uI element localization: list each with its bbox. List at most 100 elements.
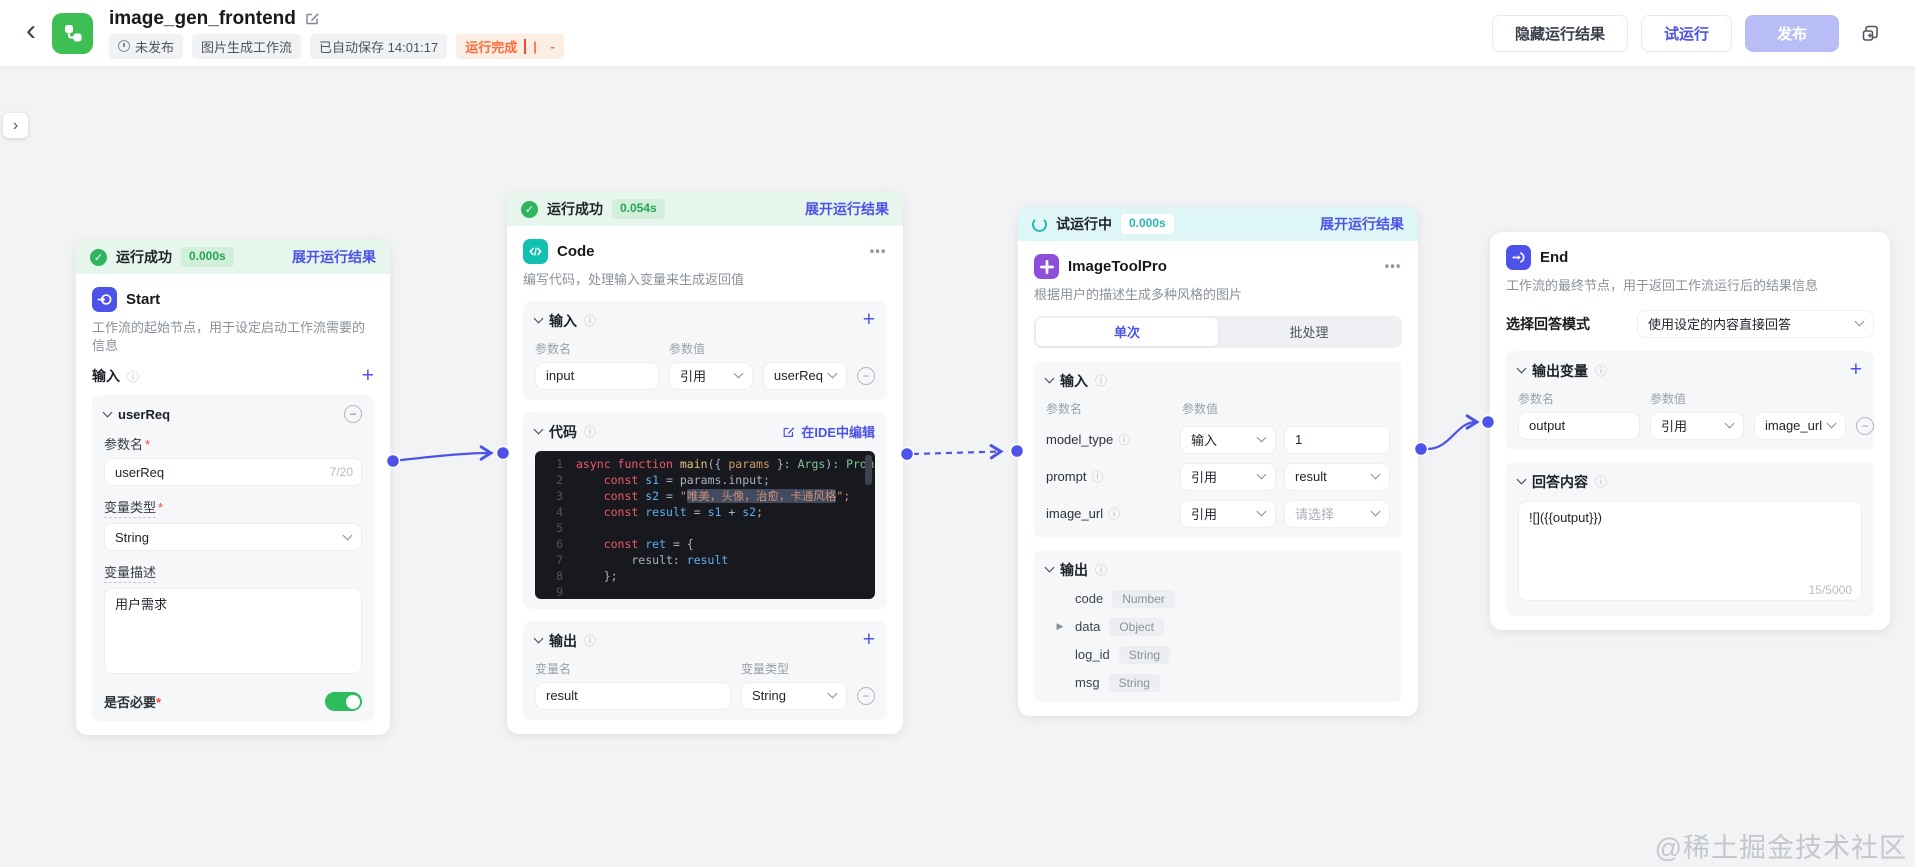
tab-batch[interactable]: 批处理 (1218, 318, 1400, 346)
collapse-chevron-icon[interactable] (533, 424, 544, 435)
expand-sidebar-button[interactable]: › (3, 113, 28, 138)
collapse-chevron-icon[interactable] (533, 313, 544, 324)
var-desc-textarea[interactable]: 用户需求 (104, 588, 362, 675)
add-output-button[interactable]: + (863, 629, 875, 650)
end-output-var-label: 输出变量 (1532, 362, 1588, 379)
collapse-chevron-icon[interactable] (1044, 562, 1055, 573)
prompt-mode-select[interactable]: 引用 (1180, 462, 1276, 491)
chevron-down-icon (1256, 506, 1267, 517)
param-model-type: model_type (1046, 432, 1114, 448)
add-input-button[interactable]: + (362, 365, 374, 386)
start-run-banner: ✓ 运行成功 0.000s 展开运行结果 (76, 240, 390, 274)
success-check-icon: ✓ (90, 248, 107, 266)
answer-mode-select[interactable]: 使用设定的内容直接回答 (1637, 309, 1874, 338)
autosave-badge: 已自动保存 14:01:17 (310, 33, 448, 59)
open-panel-button[interactable] (1852, 15, 1889, 52)
edge-imagetool-to-end (1426, 414, 1480, 451)
image-url-ref-select[interactable]: 请选择 (1284, 499, 1390, 528)
info-icon: ⓘ (584, 634, 597, 649)
value-ref-select[interactable]: userReq (762, 361, 847, 390)
test-run-button[interactable]: 试运行 (1640, 14, 1732, 52)
port-end-input[interactable] (1480, 414, 1496, 430)
edit-icon (783, 426, 795, 437)
start-run-duration: 0.000s (181, 247, 234, 267)
collapse-chevron-icon[interactable] (1516, 363, 1527, 374)
collapse-chevron-icon[interactable] (102, 407, 113, 418)
node-end[interactable]: End 工作流的最终节点，用于返回工作流运行后的结果信息 选择回答模式 使用设定… (1490, 232, 1890, 630)
type-badge: Object (1109, 617, 1164, 636)
code-param-name-input[interactable] (535, 361, 659, 390)
imagetool-input-label: 输入 (1060, 372, 1088, 389)
code-expand-results-link[interactable]: 展开运行结果 (805, 199, 889, 219)
output-row-data: ▶ data Object (1046, 617, 1390, 636)
end-output-name-input[interactable] (1518, 411, 1640, 440)
publish-button[interactable]: 发布 (1744, 14, 1839, 52)
info-icon: ⓘ (1091, 470, 1104, 485)
node-image-tool-pro[interactable]: 试运行中 0.000s 展开运行结果 ImageToolPro ⋯ 根据用户的描… (1018, 207, 1418, 716)
end-output-var-section: 输出变量 ⓘ + 参数名 参数值 引用 image_url − (1506, 350, 1875, 450)
required-toggle[interactable] (325, 692, 362, 712)
collapse-chevron-icon[interactable] (1044, 373, 1055, 384)
char-counter: 15/5000 (1808, 582, 1852, 597)
start-expand-results-link[interactable]: 展开运行结果 (292, 247, 376, 267)
back-icon[interactable]: ‹ (26, 16, 36, 46)
info-icon: ⓘ (1595, 475, 1608, 490)
more-menu-icon[interactable]: ⋯ (1384, 257, 1402, 277)
param-name-input[interactable] (104, 458, 362, 487)
remove-output-button[interactable]: − (857, 686, 875, 705)
chevron-down-icon (1370, 469, 1381, 480)
text-cursor (524, 38, 527, 54)
port-code-output[interactable] (899, 446, 915, 462)
code-editor[interactable]: 1 async function main({ params }: Args): … (535, 450, 875, 599)
output-row-msg: msg String (1046, 673, 1390, 692)
collapse-chevron-icon[interactable] (1516, 474, 1527, 485)
start-node-icon (92, 287, 117, 312)
start-node-description: 工作流的起始节点，用于设定启动工作流需要的信息 (92, 320, 366, 353)
edit-in-ide-link[interactable]: 在IDE中编辑 (782, 422, 875, 441)
image-url-mode-select[interactable]: 引用 (1180, 499, 1276, 528)
tab-single[interactable]: 单次 (1036, 317, 1218, 346)
remove-param-button[interactable]: − (344, 405, 362, 424)
value-mode-select[interactable]: 引用 (669, 361, 753, 390)
port-start-output[interactable] (385, 453, 401, 469)
end-output-ref-select[interactable]: image_url (1754, 411, 1847, 440)
collapse-chevron-icon[interactable] (533, 633, 544, 644)
more-menu-icon[interactable]: ⋯ (869, 242, 887, 262)
col-param-value: 参数值 (1650, 391, 1687, 406)
hide-results-button[interactable]: 隐藏运行结果 (1491, 14, 1628, 52)
info-icon: ⓘ (1118, 433, 1131, 448)
model-type-mode-select[interactable]: 输入 (1180, 425, 1276, 454)
info-icon: ⓘ (584, 314, 597, 329)
add-input-button[interactable]: + (863, 309, 875, 330)
col-param-name: 参数名 (535, 341, 572, 356)
model-type-value-input[interactable] (1284, 425, 1390, 454)
info-icon: ⓘ (1095, 374, 1108, 389)
edge-start-to-code (392, 445, 494, 463)
node-start[interactable]: ✓ 运行成功 0.000s 展开运行结果 Start 工作流的起始节点，用于设定… (76, 240, 390, 736)
col-param-name: 参数名 (1046, 401, 1083, 416)
expand-tree-icon[interactable]: ▶ (1054, 621, 1066, 632)
code-output-section: 输出 ⓘ + 变量名 变量类型 String − (523, 620, 887, 720)
end-output-mode-select[interactable]: 引用 (1650, 411, 1744, 440)
start-run-status: 运行成功 (116, 249, 172, 265)
success-check-icon: ✓ (521, 200, 538, 218)
port-code-input[interactable] (495, 445, 511, 461)
col-param-value: 参数值 (669, 341, 706, 356)
remove-param-button[interactable]: − (857, 366, 875, 385)
workflow-canvas[interactable]: › ✓ 运行成功 0.000s 展开运行结果 Start 工作流的起始节点，用于… (0, 67, 1915, 867)
type-badge: Number (1112, 589, 1175, 608)
imagetool-expand-results-link[interactable]: 展开运行结果 (1320, 214, 1404, 234)
add-output-var-button[interactable]: + (1850, 359, 1862, 380)
start-node-title: Start (126, 291, 161, 308)
node-code[interactable]: ✓ 运行成功 0.054s 展开运行结果 Code ⋯ 编写代码，处理输入变量来… (507, 192, 903, 734)
code-output-name-input[interactable] (535, 681, 731, 710)
port-imagetool-output[interactable] (1413, 441, 1429, 457)
prompt-ref-select[interactable]: result (1284, 462, 1390, 491)
var-type-select[interactable]: String (104, 523, 362, 552)
edit-title-icon[interactable] (304, 10, 321, 27)
code-output-type-select[interactable]: String (741, 681, 847, 710)
answer-mode-label: 选择回答模式 (1506, 315, 1590, 332)
remove-output-var-button[interactable]: − (1856, 416, 1875, 435)
editor-scrollbar[interactable] (865, 454, 872, 485)
port-imagetool-input[interactable] (1009, 443, 1025, 459)
